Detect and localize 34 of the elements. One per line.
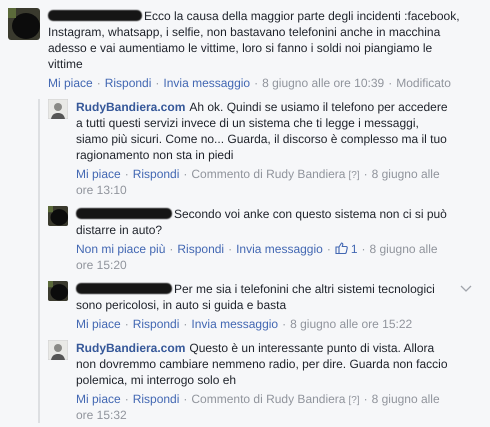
redacted-avatar [8,8,40,40]
action-link[interactable]: Non mi piace più [76,242,166,256]
action-link[interactable]: Mi piace [76,167,121,181]
redacted-avatar [48,281,68,301]
action-link[interactable]: Mi piace [76,317,121,331]
avatar[interactable] [48,99,68,119]
comment-text: Ecco la causa della maggior parte degli incidenti :facebook, Instagram, whatsapp, i selfie, non bastavano telefonini anche in macchina adesso e vai aumentiamo le vittime, loro si fanno i soldi noi piangiamo le vittime [48,8,461,72]
comment-text: Secondo voi anke con questo sistema non ci si può distarre in auto? [76,206,448,238]
action-link[interactable]: Invia messaggio [163,76,250,90]
redacted-avatar [48,206,68,226]
comment-text: RudyBandiera.com Questo è un interessante punto di vista. Allora non dovremmo cambiare nemmeno radio, per dire. Guarda non faccio polemica, mi interrogo solo eh [76,340,449,388]
author-link[interactable]: RudyBandiera.com [76,341,186,355]
comment-actions: Mi piace · Rispondi · Invia messaggio · 8 giugno alle ore 15:22 [76,316,414,332]
action-link[interactable]: Invia messaggio [191,317,278,331]
action-link[interactable]: Rispondi [104,76,152,90]
thumbs-up-icon [334,242,348,254]
comment-actions: Mi piace · Rispondi · Commento di Rudy Bandiera [?] · 8 giugno alle ore 13:10 [76,166,441,198]
like-count[interactable]: 1 [334,242,358,256]
comment-actions: Non mi piace più · Rispondi · Invia messaggio · 1 · 8 giugno alle ore 15:20 [76,241,439,273]
action-link[interactable]: Mi piace [76,392,121,406]
action-link[interactable]: Rispondi [132,392,180,406]
comment-actions: Mi piace · Rispondi · Invia messaggio · 8 giugno alle ore 10:39 · Modificato [48,75,452,91]
avatar[interactable] [48,340,68,360]
action-link[interactable]: Invia messaggio [236,242,323,256]
help-link[interactable]: [?] [348,170,360,181]
comment-actions: Mi piace · Rispondi · Commento di Rudy Bandiera [?] · 8 giugno alle ore 15:32 [76,391,441,423]
action-link[interactable]: Mi piace [48,76,93,90]
action-link[interactable]: Rispondi [132,167,180,181]
author-link[interactable]: RudyBandiera.com [76,100,186,114]
action-link[interactable]: Rispondi [132,317,180,331]
help-link[interactable]: [?] [348,395,360,406]
comment-text: Per me sia i telefonini che altri sistemi tecnologici sono pericolosi, in auto si guida e basta [76,281,436,313]
action-link[interactable]: Rispondi [177,242,224,256]
comment-text: RudyBandiera.com Ah ok. Quindi se usiamo il telefono per accedere a tutti questi servizi invece di un sistema che ti legge i messaggi, siamo più sicuri. Come no... Guarda, il discorso è complesso ma il tuo ragionamento non sta in piedi [76,99,449,163]
